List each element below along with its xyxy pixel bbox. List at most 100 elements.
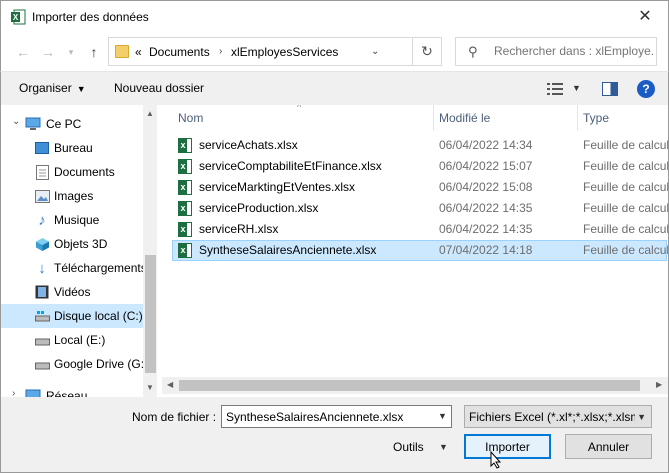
search-input[interactable] [494, 44, 654, 58]
file-row[interactable]: serviceRH.xlsx 06/04/2022 14:35 Feuille … [172, 219, 668, 240]
sidebar-item-images[interactable]: Images [1, 184, 143, 208]
file-list: ^ Nom Modifié le Type serviceAchats.xlsx… [162, 105, 669, 397]
excel-file-icon [178, 243, 192, 258]
address-bar[interactable]: « Documents › xlEmployesServices ⌄ ↻ [108, 37, 442, 66]
sidebar-item-label: Téléchargements [54, 261, 147, 275]
file-row[interactable]: serviceProduction.xlsx 06/04/2022 14:35 … [172, 198, 669, 219]
sidebar-item-documents[interactable]: Documents [1, 160, 143, 184]
file-row[interactable]: serviceComptabiliteEtFinance.xlsx 06/04/… [172, 156, 668, 177]
horizontal-scroll-thumb[interactable] [179, 380, 640, 391]
close-button[interactable]: ✕ [622, 1, 668, 31]
search-box[interactable]: ⚲ [455, 37, 657, 66]
close-icon: ✕ [638, 8, 652, 25]
sidebar-item-label: Documents [54, 165, 115, 179]
sidebar-item-label: Musique [54, 213, 100, 227]
file-type-select[interactable]: Fichiers Excel (*.xl*;*.xlsx;*.xlsm ▼ [464, 405, 652, 428]
file-name: serviceComptabiliteEtFinance.xlsx [199, 159, 382, 173]
tools-button[interactable]: Outils [393, 440, 424, 454]
file-type-value: Fichiers Excel (*.xl*;*.xlsx;*.xlsm [469, 410, 635, 424]
scroll-left-icon[interactable]: ◀ [167, 380, 173, 389]
sidebar-item-label: Bureau [54, 141, 93, 155]
excel-file-icon [178, 138, 192, 153]
scroll-right-icon[interactable]: ▶ [656, 380, 662, 389]
documents-icon [34, 164, 50, 180]
breadcrumb-overflow[interactable]: « [135, 45, 142, 59]
file-modified: 06/04/2022 15:07 [439, 159, 533, 173]
horizontal-scrollbar[interactable]: ◀ ▶ [162, 377, 668, 394]
chevron-down-icon: ▼ [637, 412, 646, 422]
import-button[interactable]: Importer [464, 434, 551, 459]
search-icon: ⚲ [468, 44, 478, 59]
sidebar-item-musique[interactable]: ♪ Musique [1, 208, 143, 232]
desktop-icon [34, 140, 50, 156]
network-icon [25, 388, 41, 397]
sidebar-item-telechargements[interactable]: ↓ Téléchargements [1, 256, 146, 280]
file-type: Feuille de calcul [583, 201, 669, 215]
view-options-icon[interactable] [547, 82, 563, 96]
folder-icon [115, 45, 129, 58]
file-row-selected[interactable]: SyntheseSalairesAnciennete.xlsx 07/04/20… [172, 240, 669, 261]
address-dropdown-icon[interactable]: ⌄ [371, 46, 379, 57]
sidebar-item-objets-3d[interactable]: Objets 3D [1, 232, 143, 256]
videos-icon [34, 284, 50, 300]
chevron-right-icon[interactable]: › [219, 46, 222, 57]
organize-label: Organiser [19, 81, 72, 95]
preview-pane-icon[interactable] [602, 82, 618, 96]
back-button[interactable]: ← [13, 42, 33, 62]
sidebar-item-label: Ce PC [46, 117, 82, 131]
file-name: serviceProduction.xlsx [199, 201, 319, 215]
column-header-type[interactable]: Type [578, 105, 668, 131]
sidebar-scroll-thumb[interactable] [145, 255, 156, 373]
chevron-down-icon: ▼ [76, 84, 86, 94]
sidebar-item-google-drive[interactable]: Google Drive (G: [1, 352, 144, 376]
up-button[interactable]: ↑ [84, 42, 104, 62]
drive-icon [34, 332, 50, 348]
organize-button[interactable]: Organiser ▼ [19, 81, 86, 95]
file-name: serviceAchats.xlsx [199, 138, 298, 152]
breadcrumb-documents[interactable]: Documents [149, 45, 210, 59]
sidebar-item-local-e[interactable]: Local (E:) [1, 328, 143, 352]
window-title: Importer des données [32, 10, 149, 24]
filename-dropdown-icon[interactable]: ▼ [438, 411, 447, 421]
file-name: serviceRH.xlsx [199, 222, 279, 236]
refresh-button[interactable]: ↻ [412, 38, 441, 65]
new-folder-button[interactable]: Nouveau dossier [114, 81, 204, 95]
sidebar-item-label: Vidéos [54, 285, 91, 299]
chevron-right-icon[interactable]: › [12, 388, 15, 397]
forward-button[interactable]: → [38, 42, 58, 62]
arrow-up-icon: ↑ [90, 44, 98, 60]
view-dropdown-icon[interactable]: ▼ [572, 83, 581, 93]
column-header-name[interactable]: Nom [162, 105, 434, 131]
drive-icon [34, 308, 50, 324]
file-modified: 06/04/2022 14:35 [439, 201, 533, 215]
file-type: Feuille de calcul [583, 243, 669, 257]
drive-icon [34, 356, 50, 372]
dialog-footer: Nom de fichier : ▼ Fichiers Excel (*.xl*… [0, 397, 669, 473]
sidebar-item-disque-local-c[interactable]: Disque local (C:) [1, 304, 143, 328]
sidebar-item-label: Local (E:) [54, 333, 106, 347]
excel-file-icon [178, 180, 192, 195]
recent-locations-button[interactable]: ▾ [61, 42, 81, 62]
sidebar-item-videos[interactable]: Vidéos [1, 280, 143, 304]
chevron-down-icon[interactable]: ⌄ [12, 116, 20, 127]
tools-dropdown-icon[interactable]: ▼ [439, 442, 448, 452]
help-icon[interactable]: ? [637, 80, 655, 98]
scroll-up-icon[interactable]: ▲ [146, 109, 154, 118]
column-header-modified[interactable]: Modifié le [434, 105, 578, 131]
downloads-icon: ↓ [38, 259, 46, 277]
file-modified: 06/04/2022 14:34 [439, 138, 533, 152]
cancel-button[interactable]: Annuler [565, 434, 652, 459]
file-row[interactable]: serviceMarktingEtVentes.xlsx 06/04/2022 … [172, 177, 668, 198]
sidebar-scrollbar[interactable]: ▲ ▼ [143, 105, 157, 397]
sidebar-item-reseau[interactable]: › Réseau [1, 384, 143, 397]
excel-file-icon [178, 222, 192, 237]
breadcrumb-xlemployesservices[interactable]: xlEmployesServices [231, 45, 338, 59]
objects-3d-icon [34, 236, 50, 252]
file-modified: 07/04/2022 14:18 [439, 243, 533, 257]
file-row[interactable]: serviceAchats.xlsx 06/04/2022 14:34 Feui… [172, 135, 668, 156]
sidebar-item-ce-pc[interactable]: ⌄ Ce PC [1, 112, 143, 136]
sidebar-item-bureau[interactable]: Bureau [1, 136, 143, 160]
scroll-down-icon[interactable]: ▼ [146, 383, 154, 392]
filename-input[interactable] [221, 405, 452, 428]
svg-text:X: X [13, 13, 19, 22]
